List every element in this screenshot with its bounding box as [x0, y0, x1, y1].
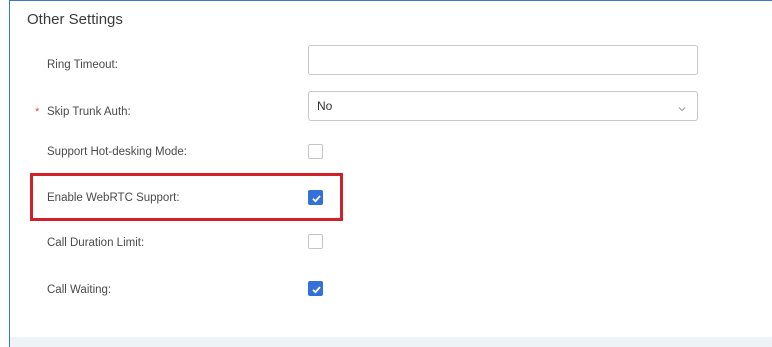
skip-trunk-auth-label: Skip Trunk Auth:: [47, 106, 131, 118]
call-waiting-checkbox[interactable]: [308, 281, 323, 296]
panel-footer-strip: [10, 337, 772, 347]
chevron-down-icon: [677, 101, 687, 112]
check-icon: [312, 286, 321, 294]
webrtc-label: Enable WebRTC Support:: [47, 192, 180, 204]
section-title: Other Settings: [27, 11, 123, 28]
check-icon: [312, 195, 321, 203]
call-duration-limit-label: Call Duration Limit:: [47, 237, 145, 249]
call-duration-limit-checkbox[interactable]: [308, 234, 323, 249]
webrtc-checkbox[interactable]: [308, 190, 323, 205]
call-waiting-label: Call Waiting:: [47, 284, 112, 296]
skip-trunk-auth-select[interactable]: No: [308, 91, 698, 121]
ring-timeout-input[interactable]: [308, 45, 698, 75]
required-marker: *: [35, 106, 40, 118]
hot-desking-label: Support Hot-desking Mode:: [47, 146, 187, 158]
skip-trunk-auth-selected-value: No: [317, 99, 333, 113]
settings-canvas: Other Settings Ring Timeout: * Skip Trun…: [0, 0, 772, 347]
ring-timeout-label: Ring Timeout:: [47, 59, 118, 71]
hot-desking-checkbox[interactable]: [308, 144, 323, 159]
